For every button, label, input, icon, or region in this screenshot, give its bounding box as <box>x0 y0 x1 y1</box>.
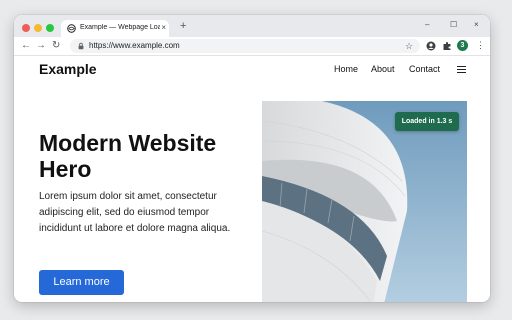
menu-icon[interactable]: ⋮ <box>476 40 485 51</box>
close-window-icon[interactable]: × <box>474 20 479 30</box>
account-icon[interactable] <box>426 41 436 51</box>
hamburger-menu-icon[interactable] <box>457 66 466 74</box>
active-tab[interactable]: Example — Webpage Load X × <box>61 20 169 37</box>
back-icon[interactable]: ← <box>21 39 31 53</box>
browser-toolbar: ← → ↻ https://www.example.com ☆ 3 ⋮ <box>14 37 490 56</box>
new-tab-icon[interactable]: + <box>180 20 186 32</box>
load-time-badge: Loaded in 1.3 s <box>395 112 459 131</box>
tab-strip: Example — Webpage Load X × + – ☐ × <box>14 15 490 37</box>
building-illustration <box>262 101 467 302</box>
puzzle-icon[interactable] <box>442 41 452 51</box>
reload-icon[interactable]: ↻ <box>52 39 60 53</box>
minimize-icon[interactable]: – <box>425 20 429 30</box>
hero-title: Modern Website Hero <box>39 130 217 182</box>
browser-window: Example — Webpage Load X × + – ☐ × ← → ↻… <box>14 15 490 302</box>
bookmark-star-icon[interactable]: ☆ <box>405 41 413 51</box>
nav-link-home[interactable]: Home <box>334 64 358 74</box>
lock-icon[interactable] <box>77 42 85 50</box>
favicon-icon <box>67 24 76 33</box>
url-text[interactable]: https://www.example.com <box>89 41 180 51</box>
tab-title: Example — Webpage Load X <box>80 24 160 31</box>
hero-image <box>262 101 467 302</box>
close-window-dot[interactable] <box>22 24 30 32</box>
minimize-window-dot[interactable] <box>34 24 42 32</box>
maximize-icon[interactable]: ☐ <box>450 20 457 30</box>
hero-text: Lorem ipsum dolor sit amet, consectetur … <box>39 191 231 234</box>
site-brand[interactable]: Example <box>39 61 97 77</box>
webpage: Example Home About Contact Modern Websit… <box>14 56 490 302</box>
close-tab-icon[interactable]: × <box>161 23 166 33</box>
profile-avatar[interactable]: 3 <box>457 40 468 51</box>
nav-link-about[interactable]: About <box>371 64 395 74</box>
nav-link-contact[interactable]: Contact <box>409 64 440 74</box>
learn-more-button[interactable]: Learn more <box>39 270 124 295</box>
address-bar[interactable]: https://www.example.com <box>70 39 420 53</box>
forward-icon[interactable]: → <box>36 39 46 53</box>
zoom-window-dot[interactable] <box>46 24 54 32</box>
